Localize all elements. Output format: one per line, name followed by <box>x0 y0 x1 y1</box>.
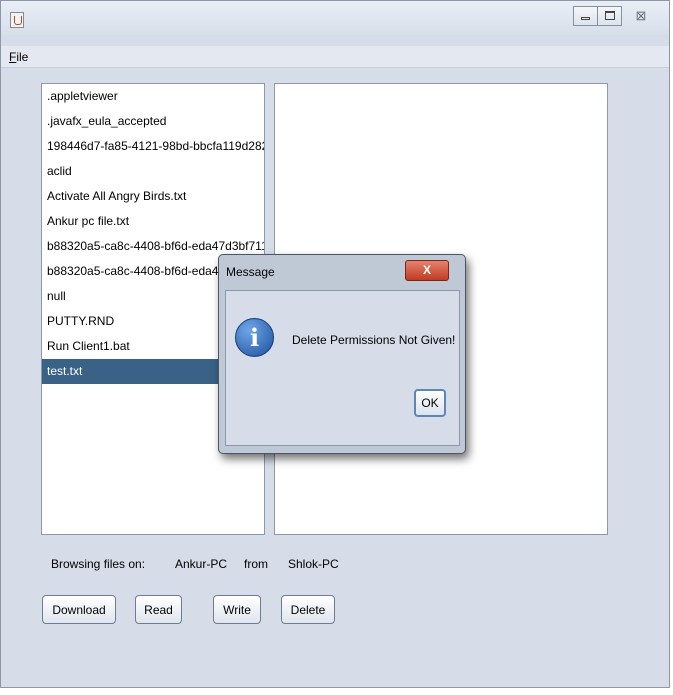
menu-bar: File <box>1 46 669 68</box>
list-item[interactable]: .javafx_eula_accepted <box>42 109 264 134</box>
list-item[interactable]: .appletviewer <box>42 84 264 109</box>
maximize-icon[interactable] <box>597 6 622 26</box>
minimize-icon[interactable] <box>573 6 598 26</box>
message-dialog: Message X i Delete Permissions Not Given… <box>218 254 466 454</box>
dialog-body: i Delete Permissions Not Given! OK <box>225 290 460 446</box>
remote-host-label: Ankur-PC <box>175 557 228 571</box>
list-item[interactable]: aclid <box>42 159 264 184</box>
list-item[interactable]: 198446d7-fa85-4121-98bd-bbcfa119d282 <box>42 134 264 159</box>
ok-button[interactable]: OK <box>414 389 446 417</box>
from-label: from <box>244 557 268 571</box>
local-host-label: Shlok-PC <box>288 557 339 571</box>
write-button[interactable]: Write <box>213 595 261 624</box>
status-prefix: Browsing files on: <box>51 557 146 571</box>
title-bar: ⊠ <box>1 1 669 35</box>
close-icon[interactable]: ⊠ <box>621 6 661 26</box>
download-button[interactable]: Download <box>42 595 116 624</box>
list-item[interactable]: Ankur pc file.txt <box>42 209 264 234</box>
menu-file-label: ile <box>16 50 29 64</box>
java-app-icon <box>10 12 24 28</box>
dialog-message: Delete Permissions Not Given! <box>292 333 456 347</box>
menu-file[interactable]: File <box>9 50 28 64</box>
dialog-close-icon[interactable]: X <box>405 260 449 281</box>
list-item[interactable]: Activate All Angry Birds.txt <box>42 184 264 209</box>
read-button[interactable]: Read <box>135 595 182 624</box>
info-icon: i <box>235 318 274 357</box>
window-controls: ⊠ <box>573 6 661 28</box>
delete-button[interactable]: Delete <box>281 595 335 624</box>
dialog-title: Message <box>226 265 275 279</box>
